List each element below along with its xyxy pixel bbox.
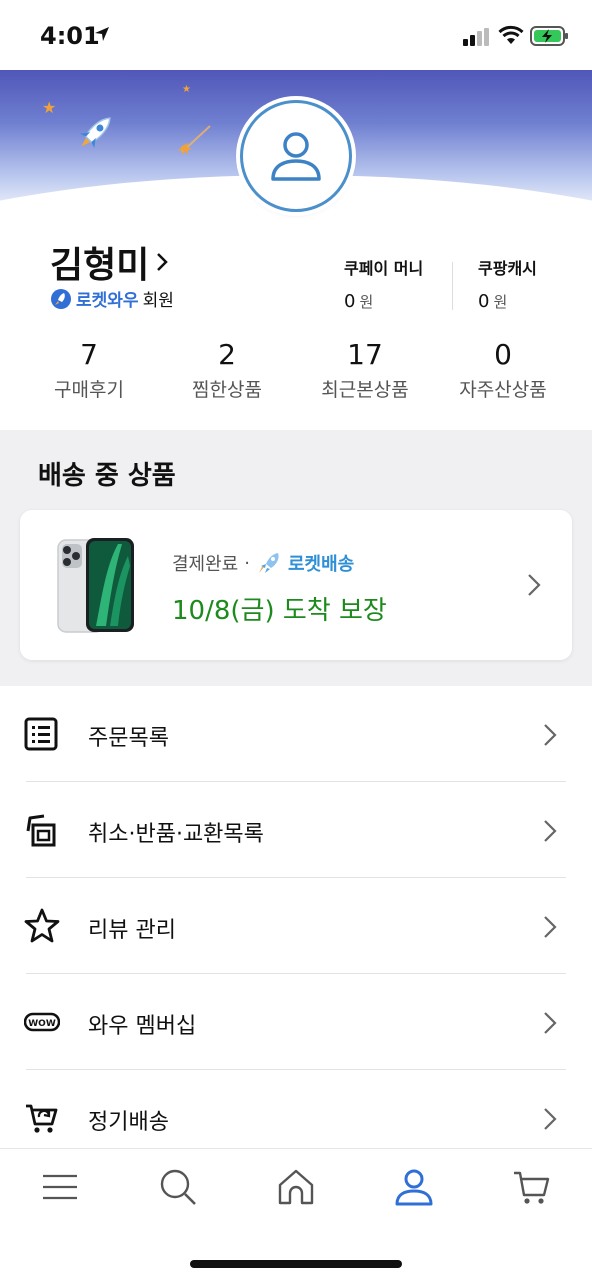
menu-item-cancel-return-exchange[interactable]: 취소·반품·교환목록 — [0, 782, 592, 878]
stat-value: 7 — [80, 338, 98, 371]
status-separator: · — [244, 552, 250, 574]
subscription-cart-icon — [26, 1104, 58, 1133]
profile-avatar[interactable] — [240, 100, 352, 212]
menu-item-label: 와우 멤버십 — [88, 1014, 197, 1039]
stat-label: 최근본상품 — [321, 379, 409, 401]
star-icon — [24, 908, 60, 943]
stat-frequently-bought[interactable]: 0 자주산상품 — [434, 338, 572, 402]
coupang-cash[interactable]: 쿠팡캐시 0원 — [478, 255, 537, 312]
menu-item-label: 리뷰 관리 — [88, 918, 176, 943]
money-divider — [452, 262, 453, 310]
svg-text:WOW: WOW — [28, 1019, 56, 1029]
stat-label: 자주산상품 — [459, 379, 547, 401]
comet-decoration-icon — [178, 125, 211, 155]
rocket-icon — [258, 553, 279, 573]
battery-charging-icon — [530, 26, 568, 46]
profile-name-link[interactable]: 김형미 — [50, 236, 169, 288]
coupay-money-label: 쿠페이 머니 — [344, 259, 424, 278]
delivery-card[interactable]: 결제완료 · 로켓배송 10/8(금) 도착 보장 — [20, 510, 572, 660]
stat-value: 2 — [218, 338, 236, 371]
star-decoration-icon: ★ — [42, 98, 57, 117]
membership-brand: 로켓와우 — [76, 291, 139, 311]
rocket-wow-icon — [51, 288, 71, 309]
wow-icon: WOW — [24, 1012, 60, 1032]
coupang-cash-label: 쿠팡캐시 — [478, 259, 537, 278]
home-icon[interactable] — [276, 1167, 316, 1207]
stat-label: 찜한상품 — [192, 379, 262, 401]
list-icon — [24, 717, 58, 751]
star-decoration-icon: ★ — [182, 84, 191, 95]
chevron-right-icon — [528, 574, 541, 596]
coupay-money-value: 0원 — [344, 291, 374, 312]
menu-item-orders[interactable]: 주문목록 — [0, 686, 592, 782]
chevron-right-icon — [157, 253, 169, 271]
chevron-right-icon — [544, 1012, 557, 1034]
chevron-right-icon — [544, 916, 557, 938]
status-bar: 4:01 — [0, 0, 592, 70]
membership-suffix: 회원 — [142, 291, 174, 311]
location-arrow-icon — [95, 27, 109, 41]
menu-item-wow-membership[interactable]: WOW 와우 멤버십 — [0, 974, 592, 1070]
order-status: 결제완료 — [172, 554, 239, 575]
cart-icon[interactable] — [512, 1167, 552, 1207]
menu-item-label: 취소·반품·교환목록 — [88, 822, 264, 847]
chevron-right-icon — [544, 724, 557, 746]
status-time: 4:01 — [40, 22, 100, 50]
chevron-right-icon — [544, 1108, 557, 1130]
coupang-cash-value: 0원 — [478, 291, 508, 312]
my-menu-list: 주문목록 취소·반품·교환목록 리뷰 관리 WOW 와우 멤버십 정기배송 — [0, 686, 592, 1166]
arrival-guarantee: 10/8(금) 도착 보장 — [172, 596, 387, 626]
cellular-signal-icon — [463, 28, 489, 46]
coupay-money[interactable]: 쿠페이 머니 0원 — [344, 255, 423, 312]
membership-badge: 로켓와우 회원 — [50, 286, 174, 311]
chevron-right-icon — [544, 820, 557, 842]
stat-value: 17 — [347, 338, 383, 371]
search-icon[interactable] — [158, 1167, 198, 1207]
stat-value: 0 — [494, 338, 512, 371]
menu-item-label: 주문목록 — [88, 726, 169, 751]
person-icon[interactable] — [394, 1167, 434, 1207]
profile-name: 김형미 — [50, 245, 150, 286]
order-status-line: 결제완료 · 로켓배송 — [172, 550, 354, 576]
stat-wishlist[interactable]: 2 찜한상품 — [158, 338, 296, 402]
stat-reviews[interactable]: 7 구매후기 — [20, 338, 158, 402]
stat-recently-viewed[interactable]: 17 최근본상품 — [296, 338, 434, 402]
hamburger-icon[interactable] — [40, 1167, 80, 1207]
menu-item-review-management[interactable]: 리뷰 관리 — [0, 878, 592, 974]
stat-label: 구매후기 — [54, 379, 124, 401]
home-indicator — [190, 1260, 402, 1268]
menu-item-label: 정기배송 — [88, 1110, 169, 1135]
delivery-section-title: 배송 중 상품 — [38, 461, 176, 491]
person-avatar-icon — [271, 132, 321, 181]
shipping-type: 로켓배송 — [287, 554, 355, 575]
rocket-decoration-icon — [80, 117, 111, 148]
wifi-icon — [498, 25, 524, 44]
return-icon — [26, 814, 56, 847]
activity-stats: 7 구매후기 2 찜한상품 17 최근본상품 0 자주산상품 — [20, 338, 572, 402]
product-thumbnail — [57, 538, 134, 633]
